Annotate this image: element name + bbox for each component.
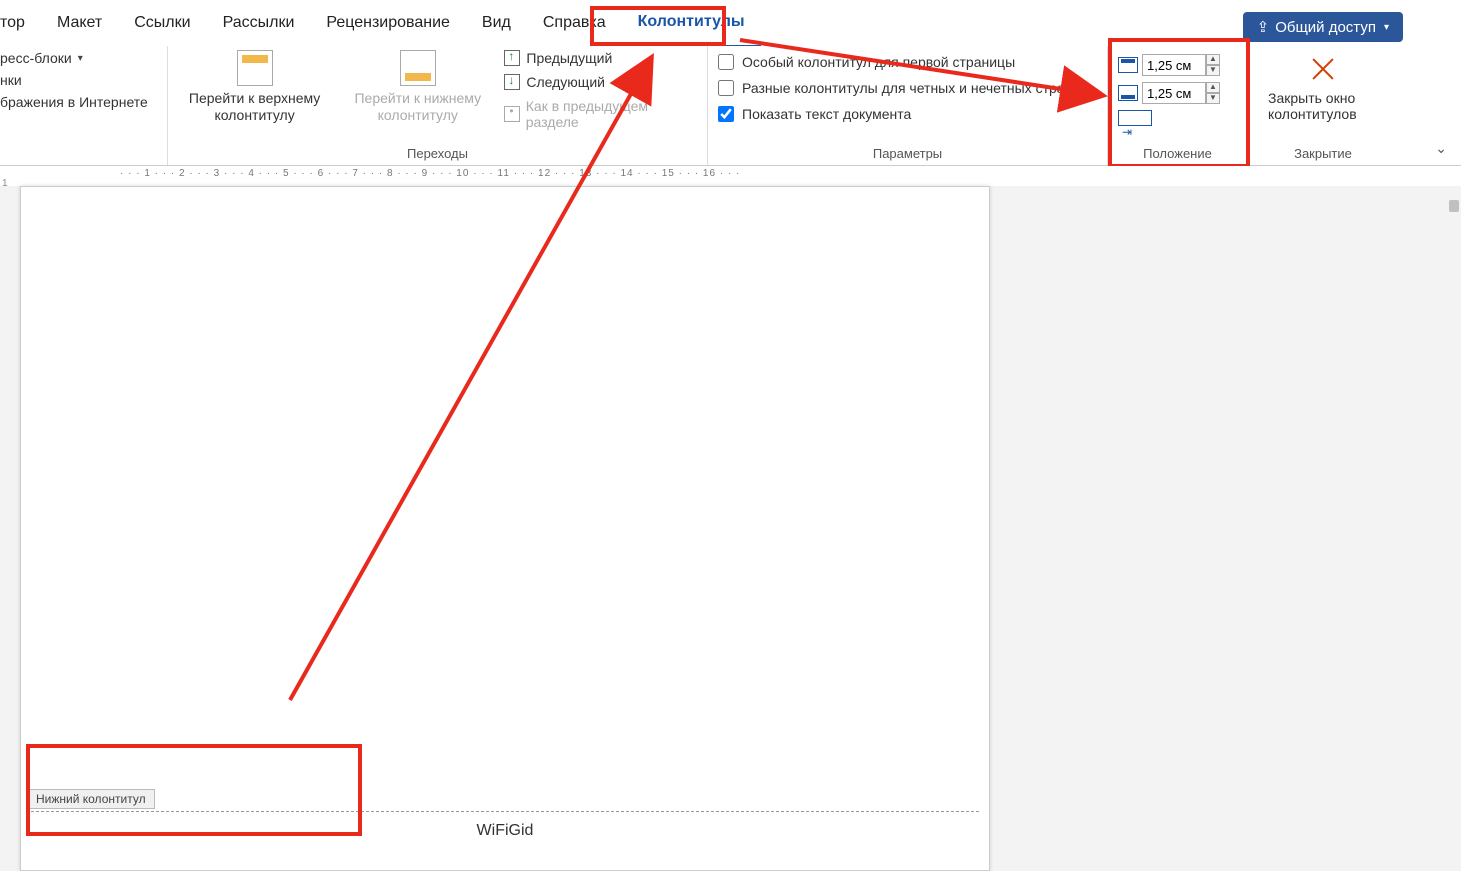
goto-header-label: Перейти к верхнему колонтитулу — [178, 90, 331, 124]
spinner-up-icon[interactable]: ▲ — [1206, 54, 1220, 65]
group-parameters-label: Параметры — [718, 144, 1097, 163]
tab-cut[interactable]: тор — [0, 0, 41, 46]
collapse-ribbon-button[interactable]: ⌄ — [1435, 140, 1447, 157]
close-header-footer-button[interactable]: Закрыть окно колонтитулов — [1268, 50, 1378, 122]
group-navigation: Перейти к верхнему колонтитулу Перейти к… — [168, 46, 708, 165]
checkbox-input[interactable] — [718, 106, 734, 122]
footer-text[interactable]: WiFiGid — [21, 812, 989, 840]
images-item[interactable]: нки — [0, 72, 148, 88]
header-from-top-input[interactable] — [1142, 54, 1206, 76]
document-page[interactable]: Нижний колонтитул WiFiGid — [20, 186, 990, 871]
images-label: нки — [0, 72, 22, 88]
footer-tag-label: Нижний колонтитул — [27, 789, 155, 809]
insert-tab-icon — [1118, 110, 1152, 126]
header-from-top-row: ▲ ▼ — [1118, 54, 1220, 76]
footer-from-bottom-input[interactable] — [1142, 82, 1206, 104]
odd-even-different-checkbox[interactable]: Разные колонтитулы для четных и нечетных… — [718, 80, 1088, 96]
group-left-label — [10, 144, 157, 163]
first-page-different-label: Особый колонтитул для первой страницы — [742, 54, 1015, 70]
next-label: Следующий — [526, 74, 605, 90]
header-icon — [237, 50, 273, 86]
goto-footer-label: Перейти к нижнему колонтитулу — [341, 90, 494, 124]
ruler-numbers: · · · 1 · · · 2 · · · 3 · · · 4 · · · 5 … — [120, 168, 740, 179]
group-parameters: Особый колонтитул для первой страницы Ра… — [708, 46, 1108, 165]
checkbox-input[interactable] — [718, 54, 734, 70]
vertical-ruler-mark: 1 — [2, 178, 8, 186]
group-left-cut: ресс-блоки ▾ нки бражения в Интернете — [0, 46, 168, 165]
group-close-label: Закрытие — [1258, 144, 1388, 163]
online-images-label: бражения в Интернете — [0, 94, 148, 110]
document-workspace: Нижний колонтитул WiFiGid — [0, 186, 1461, 871]
link-previous-label: Как в предыдущем разделе — [526, 98, 697, 130]
next-icon — [504, 74, 520, 90]
tab-mailings[interactable]: Рассылки — [207, 0, 311, 46]
show-document-text-checkbox[interactable]: Показать текст документа — [718, 106, 1088, 122]
spinner-up-icon[interactable]: ▲ — [1206, 82, 1220, 93]
previous-label: Предыдущий — [526, 50, 612, 66]
first-page-different-checkbox[interactable]: Особый колонтитул для первой страницы — [718, 54, 1088, 70]
group-navigation-label: Переходы — [178, 144, 697, 163]
group-position: ▲ ▼ ▲ ▼ — [1108, 46, 1248, 165]
online-images-item[interactable]: бражения в Интернете — [0, 94, 148, 110]
tab-review[interactable]: Рецензирование — [310, 0, 466, 46]
footer-zone[interactable]: Нижний колонтитул WiFiGid — [21, 811, 989, 840]
share-label: Общий доступ — [1275, 19, 1376, 36]
group-position-label: Положение — [1118, 144, 1237, 163]
share-icon: ⇪ — [1257, 18, 1270, 36]
workspace-background — [990, 186, 1461, 871]
express-blocks-label: ресс-блоки — [0, 50, 72, 66]
tab-layout[interactable]: Макет — [41, 0, 118, 46]
ribbon-tabs: тор Макет Ссылки Рассылки Рецензирование… — [0, 0, 1461, 46]
link-icon — [504, 106, 519, 122]
share-button[interactable]: ⇪ Общий доступ ▾ — [1243, 12, 1403, 42]
goto-footer-button: Перейти к нижнему колонтитулу — [341, 50, 494, 124]
spinner-down-icon[interactable]: ▼ — [1206, 93, 1220, 104]
tab-header-footer[interactable]: Колонтитулы — [622, 0, 761, 47]
spinner-down-icon[interactable]: ▼ — [1206, 65, 1220, 76]
link-previous-button: Как в предыдущем разделе — [504, 98, 697, 130]
footer-icon — [400, 50, 436, 86]
tab-help[interactable]: Справка — [527, 0, 622, 46]
previous-button[interactable]: Предыдущий — [504, 50, 697, 66]
tab-view[interactable]: Вид — [466, 0, 527, 46]
header-from-top-spinner[interactable]: ▲ ▼ — [1142, 54, 1220, 76]
odd-even-different-label: Разные колонтитулы для четных и нечетных… — [742, 80, 1088, 96]
next-button[interactable]: Следующий — [504, 74, 697, 90]
horizontal-ruler[interactable]: 1 · · · 1 · · · 2 · · · 3 · · · 4 · · · … — [0, 166, 1461, 186]
show-document-text-label: Показать текст документа — [742, 106, 911, 122]
footer-from-bottom-row: ▲ ▼ — [1118, 82, 1220, 104]
express-blocks-item[interactable]: ресс-блоки ▾ — [0, 50, 148, 66]
ribbon: ресс-блоки ▾ нки бражения в Интернете Пе… — [0, 46, 1461, 166]
close-icon — [1305, 50, 1341, 86]
footer-from-bottom-spinner[interactable]: ▲ ▼ — [1142, 82, 1220, 104]
close-button-label: Закрыть окно колонтитулов — [1268, 90, 1378, 122]
footer-bottom-icon — [1118, 85, 1138, 101]
header-top-icon — [1118, 57, 1138, 73]
tab-links[interactable]: Ссылки — [118, 0, 206, 46]
goto-header-button[interactable]: Перейти к верхнему колонтитулу — [178, 50, 331, 124]
previous-icon — [504, 50, 520, 66]
vertical-scrollbar-thumb[interactable] — [1449, 200, 1459, 212]
checkbox-input[interactable] — [718, 80, 734, 96]
group-close: Закрыть окно колонтитулов Закрытие — [1248, 46, 1398, 165]
chevron-down-icon: ▾ — [1384, 22, 1389, 33]
insert-tab-row[interactable] — [1118, 110, 1220, 126]
chevron-down-icon: ▾ — [78, 53, 83, 64]
